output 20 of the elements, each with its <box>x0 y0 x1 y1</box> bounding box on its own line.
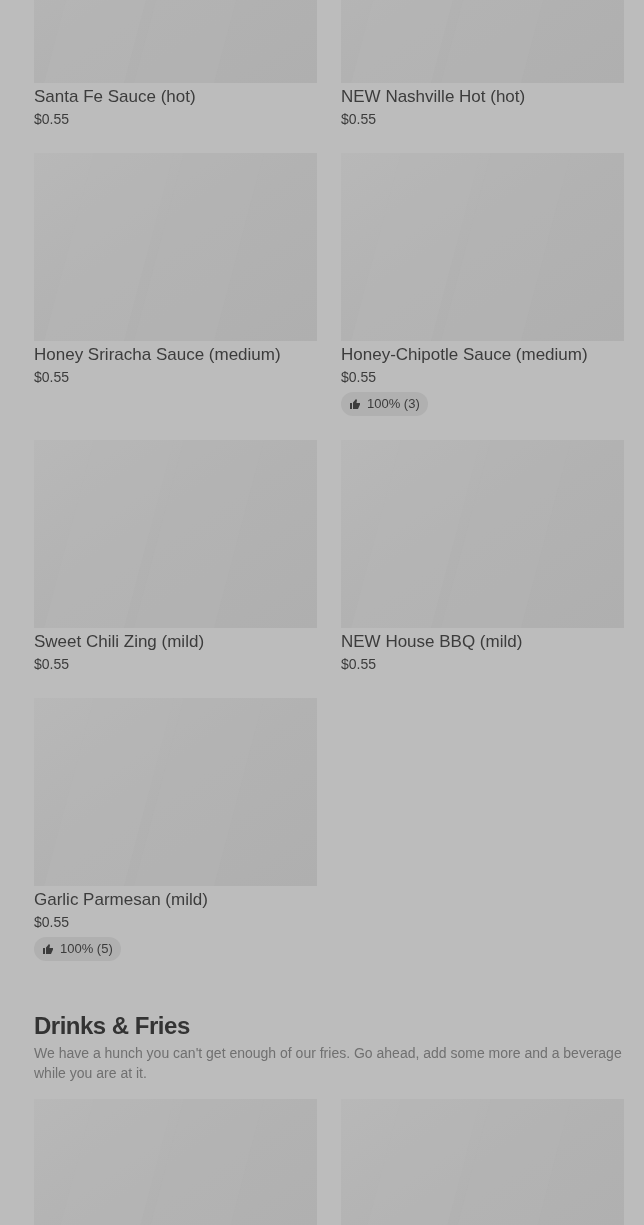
item-name: Honey Sriracha Sauce (medium) <box>34 344 282 366</box>
section-title: Drinks & Fries <box>34 1011 191 1041</box>
thumbs-up-icon <box>42 943 54 955</box>
item-name: Sweet Chili Zing (mild) <box>34 631 206 653</box>
thumbs-up-icon <box>349 398 361 410</box>
item-price: $0.55 <box>34 913 71 932</box>
item-name: NEW Nashville Hot (hot) <box>341 86 527 108</box>
item-price: $0.55 <box>34 655 71 674</box>
item-price: $0.55 <box>341 368 378 387</box>
item-name: Honey-Chipotle Sauce (medium) <box>341 344 589 366</box>
item-price: $0.55 <box>341 110 378 129</box>
rating-badge: 100% (5) <box>34 937 121 961</box>
item-name: Santa Fe Sauce (hot) <box>34 86 197 108</box>
rating-badge: 100% (3) <box>341 392 428 416</box>
item-price: $0.55 <box>341 655 378 674</box>
item-name: Garlic Parmesan (mild) <box>34 889 209 911</box>
section-description: We have a hunch you can't get enough of our fries. Go ahead, add some more and a beverage while you are at it. <box>34 1044 623 1083</box>
item-price: $0.55 <box>34 110 71 129</box>
item-price: $0.55 <box>34 368 71 387</box>
item-name: NEW House BBQ (mild) <box>341 631 524 653</box>
